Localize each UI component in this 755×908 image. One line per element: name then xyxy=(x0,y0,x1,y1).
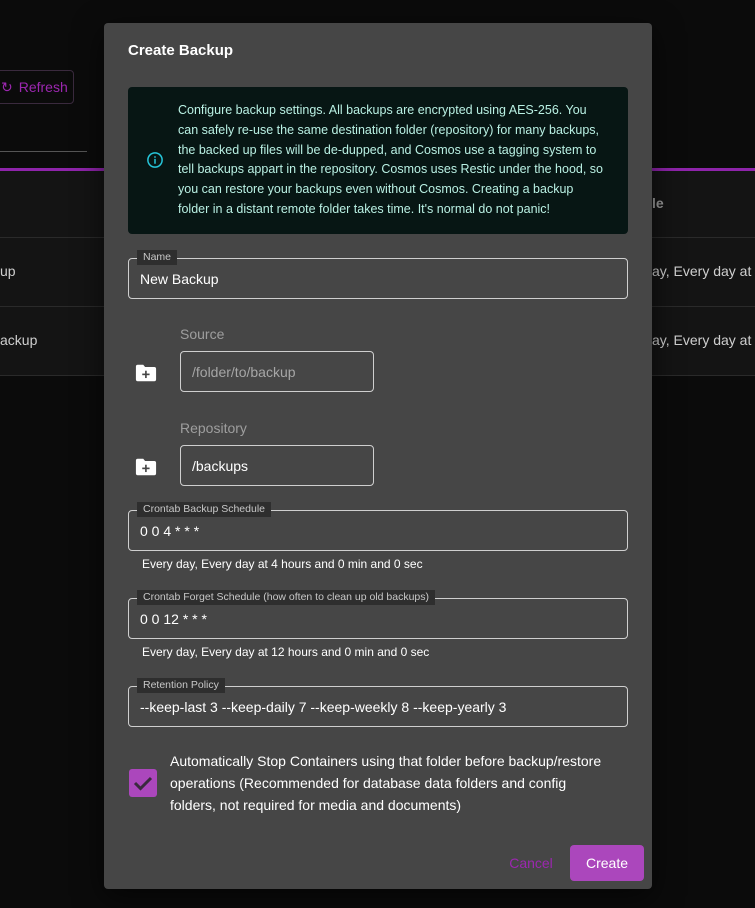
crontab-backup-label: Crontab Backup Schedule xyxy=(137,502,271,517)
create-button[interactable]: Create xyxy=(570,845,644,881)
repository-picker[interactable]: /backups xyxy=(180,445,374,486)
table-cell-name: ackup xyxy=(0,332,38,348)
table-cell-schedule: ay, Every day at 4 xyxy=(652,263,755,279)
cancel-button[interactable]: Cancel xyxy=(502,845,560,881)
info-alert: Configure backup settings. All backups a… xyxy=(128,87,628,234)
name-field[interactable]: Name New Backup xyxy=(128,250,628,299)
table-cell-name: up xyxy=(0,263,16,279)
refresh-label: Refresh xyxy=(18,79,68,95)
retention-policy-label: Retention Policy xyxy=(137,678,225,693)
create-backup-dialog: Create Backup Configure backup settings.… xyxy=(104,23,652,889)
crontab-backup-helper: Every day, Every day at 4 hours and 0 mi… xyxy=(142,557,423,571)
crontab-backup-input[interactable]: 0 0 4 * * * xyxy=(140,523,199,539)
source-picker[interactable]: /folder/to/backup xyxy=(180,351,374,392)
name-input[interactable]: New Backup xyxy=(140,271,219,287)
crontab-forget-label: Crontab Forget Schedule (how often to cl… xyxy=(137,590,436,605)
dialog-title: Create Backup xyxy=(128,42,234,59)
crontab-forget-input[interactable]: 0 0 12 * * * xyxy=(140,611,207,627)
refresh-button[interactable]: ↻ Refresh xyxy=(0,70,74,104)
info-icon xyxy=(147,152,163,168)
repository-label: Repository xyxy=(180,420,247,436)
auto-stop-checkbox[interactable] xyxy=(129,769,157,797)
auto-stop-label[interactable]: Automatically Stop Containers using that… xyxy=(170,750,615,816)
crontab-backup-field[interactable]: Crontab Backup Schedule 0 0 4 * * * xyxy=(128,502,628,551)
source-input[interactable]: /folder/to/backup xyxy=(192,364,296,380)
crontab-forget-field[interactable]: Crontab Forget Schedule (how often to cl… xyxy=(128,590,628,639)
folder-plus-icon[interactable] xyxy=(135,457,157,477)
repository-input[interactable]: /backups xyxy=(192,458,248,474)
retention-policy-field[interactable]: Retention Policy --keep-last 3 --keep-da… xyxy=(128,678,628,727)
search-underline xyxy=(0,151,87,152)
folder-plus-icon[interactable] xyxy=(135,363,157,383)
refresh-icon: ↻ xyxy=(1,78,13,95)
table-header-schedule: le xyxy=(652,195,664,211)
checkmark-icon xyxy=(133,776,153,791)
retention-policy-input[interactable]: --keep-last 3 --keep-daily 7 --keep-week… xyxy=(140,699,506,715)
name-field-label: Name xyxy=(137,250,178,265)
crontab-forget-helper: Every day, Every day at 12 hours and 0 m… xyxy=(142,645,430,659)
info-alert-text: Configure backup settings. All backups a… xyxy=(178,103,603,216)
table-cell-schedule: ay, Every day at 4 xyxy=(652,332,755,348)
source-label: Source xyxy=(180,326,225,342)
